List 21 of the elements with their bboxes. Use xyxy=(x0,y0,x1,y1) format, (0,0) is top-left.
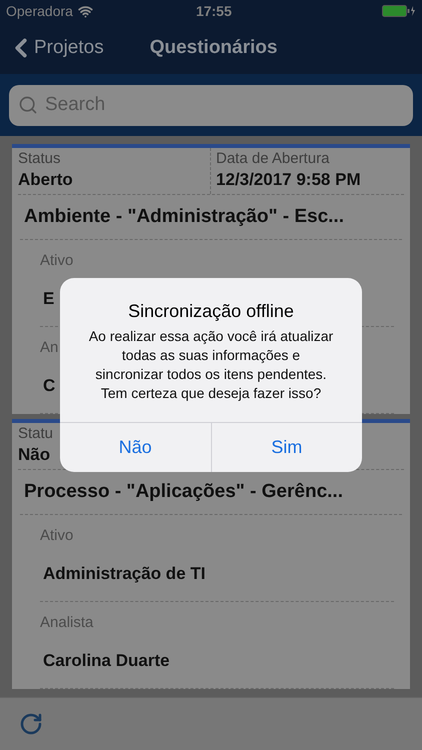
date-label: Data de Abertura xyxy=(216,149,330,169)
dialog-message: Ao realizar essa ação você irá atualizar todas as suas informações e sincronizar todos os itens pendentes. Tem certeza que deseja fazer isso? xyxy=(88,327,334,403)
dialog-title: Sincronização offline xyxy=(128,300,294,322)
status-label: Status xyxy=(18,149,61,169)
field-label: An xyxy=(40,338,58,358)
status-value: Não xyxy=(18,444,50,466)
date-value: 12/3/2017 9:58 PM xyxy=(216,169,361,191)
field-label: Ativo xyxy=(40,526,74,546)
questionnaire-title: Processo - "Aplicações" - Gerênc... xyxy=(24,480,344,504)
page-title: Questionários xyxy=(150,36,278,60)
field-value: C xyxy=(43,375,56,397)
status-label: Statu xyxy=(18,424,54,444)
field-value: Carolina Duarte xyxy=(43,650,170,672)
questionnaire-title: Ambiente - "Administração" - Esc... xyxy=(24,205,345,229)
clock: 17:55 xyxy=(196,2,232,20)
status-value: Aberto xyxy=(18,169,73,191)
field-value: Administração de TI xyxy=(43,563,206,585)
field-value: E xyxy=(43,288,54,310)
field-label: Analista xyxy=(40,613,94,633)
carrier-name: Operadora xyxy=(6,2,73,21)
field-label: Ativo xyxy=(40,251,74,271)
